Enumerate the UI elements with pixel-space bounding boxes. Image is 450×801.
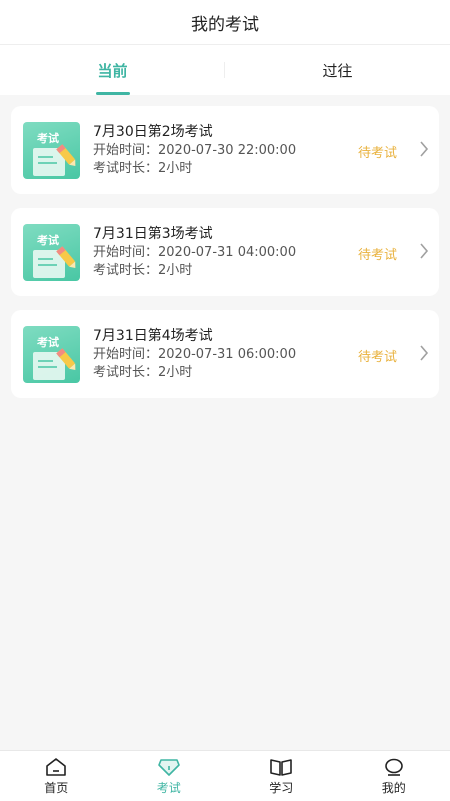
book-icon [269, 757, 293, 777]
chevron-right-icon [419, 140, 429, 158]
chevron-right-icon [419, 242, 429, 260]
exam-info: 7月31日第3场考试 开始时间：2020-07-31 04:00:00 考试时长… [93, 224, 296, 280]
nav-exam[interactable]: 考试 [113, 751, 226, 801]
exam-paper-icon [23, 326, 80, 383]
tab-current[interactable]: 当前 [0, 45, 225, 95]
duration-value: 2小时 [158, 263, 192, 278]
exam-start-time: 开始时间：2020-07-31 04:00:00 [93, 244, 296, 262]
user-icon [382, 757, 406, 777]
exam-start-time: 开始时间：2020-07-31 06:00:00 [93, 346, 296, 364]
home-icon [44, 757, 68, 777]
exam-duration: 考试时长：2小时 [93, 262, 296, 280]
start-label: 开始时间： [93, 143, 158, 158]
start-value: 2020-07-31 06:00:00 [158, 347, 296, 362]
bottom-nav: 首页 考试 学习 我的 [0, 750, 450, 801]
tab-divider [224, 62, 225, 78]
duration-label: 考试时长： [93, 263, 158, 278]
page-title: 我的考试 [191, 10, 259, 35]
exam-card[interactable]: 考试 7月31日第3场考试 开始时间：2020-07-31 04:00:00 考… [11, 208, 439, 296]
exam-thumbnail: 考试 [23, 122, 80, 179]
nav-mine[interactable]: 我的 [338, 751, 450, 801]
exam-title: 7月31日第3场考试 [93, 224, 296, 244]
status-badge: 待考试 [358, 142, 397, 161]
start-value: 2020-07-30 22:00:00 [158, 143, 296, 158]
duration-value: 2小时 [158, 365, 192, 380]
duration-label: 考试时长： [93, 365, 158, 380]
start-label: 开始时间： [93, 245, 158, 260]
exam-info: 7月30日第2场考试 开始时间：2020-07-30 22:00:00 考试时长… [93, 122, 296, 178]
top-bar: 我的考试 [0, 0, 450, 45]
exam-duration: 考试时长：2小时 [93, 160, 296, 178]
nav-mine-label: 我的 [382, 779, 406, 796]
duration-label: 考试时长： [93, 161, 158, 176]
start-label: 开始时间： [93, 347, 158, 362]
exam-thumbnail: 考试 [23, 224, 80, 281]
nav-home[interactable]: 首页 [0, 751, 113, 801]
exam-paper-icon [23, 224, 80, 281]
exam-title: 7月31日第4场考试 [93, 326, 296, 346]
nav-exam-label: 考试 [157, 779, 181, 796]
exam-card[interactable]: 考试 7月31日第4场考试 开始时间：2020-07-31 06:00:00 考… [11, 310, 439, 398]
tab-bar: 当前 过往 [0, 45, 450, 95]
tab-current-label: 当前 [97, 60, 127, 81]
nav-home-label: 首页 [44, 779, 68, 796]
tab-past[interactable]: 过往 [225, 45, 450, 95]
status-badge: 待考试 [358, 244, 397, 263]
duration-value: 2小时 [158, 161, 192, 176]
exam-info: 7月31日第4场考试 开始时间：2020-07-31 06:00:00 考试时长… [93, 326, 296, 382]
chevron-right-icon [419, 344, 429, 362]
diamond-icon [157, 757, 181, 777]
exam-card[interactable]: 考试 7月30日第2场考试 开始时间：2020-07-30 22:00:00 考… [11, 106, 439, 194]
status-badge: 待考试 [358, 346, 397, 365]
exam-title: 7月30日第2场考试 [93, 122, 296, 142]
start-value: 2020-07-31 04:00:00 [158, 245, 296, 260]
exam-list: 考试 7月30日第2场考试 开始时间：2020-07-30 22:00:00 考… [11, 106, 439, 412]
exam-start-time: 开始时间：2020-07-30 22:00:00 [93, 142, 296, 160]
exam-paper-icon [23, 122, 80, 179]
nav-study[interactable]: 学习 [225, 751, 338, 801]
tab-past-label: 过往 [322, 60, 352, 81]
nav-study-label: 学习 [269, 779, 293, 796]
exam-thumbnail: 考试 [23, 326, 80, 383]
exam-duration: 考试时长：2小时 [93, 364, 296, 382]
